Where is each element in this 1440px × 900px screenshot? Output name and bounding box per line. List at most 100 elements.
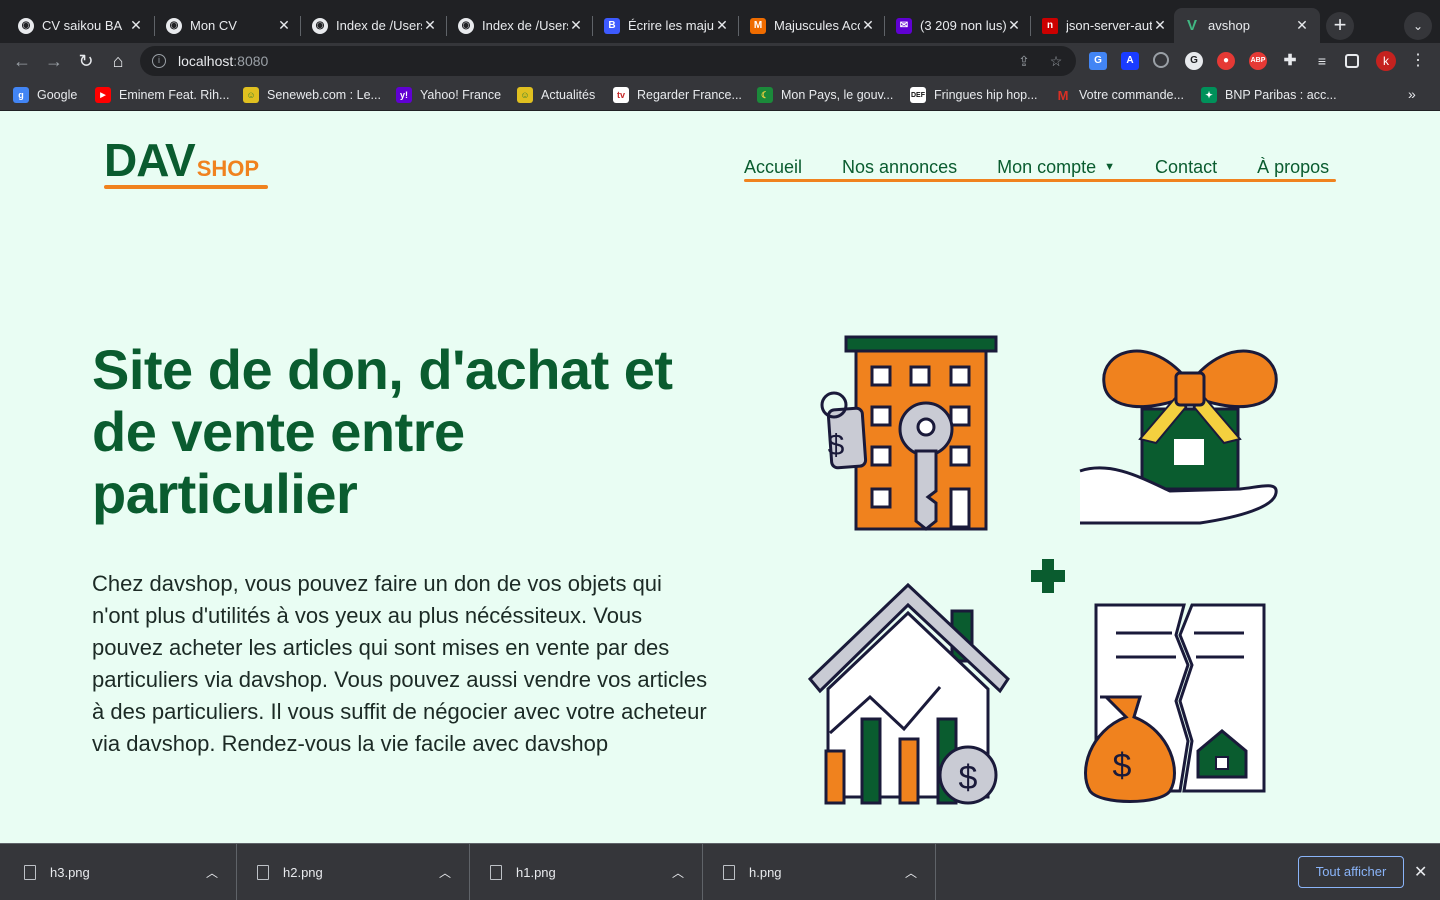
- side-panel-icon[interactable]: [1345, 54, 1359, 68]
- bookmark-star-icon[interactable]: ☆: [1048, 53, 1064, 69]
- hero-illustration: $ $ $: [807, 335, 1278, 805]
- info-icon[interactable]: i: [152, 54, 166, 68]
- chevron-up-icon[interactable]: ︿: [905, 864, 917, 881]
- tab-title: json-server-auth: [1066, 18, 1152, 33]
- bookmarks-overflow-icon[interactable]: »: [1408, 86, 1416, 102]
- bookmark-label: Seneweb.com : Le...: [267, 88, 381, 102]
- svg-text:$: $: [959, 759, 978, 797]
- caret-down-icon: ▼: [1104, 161, 1116, 173]
- chevron-up-icon[interactable]: ︿: [672, 864, 684, 881]
- bookmark-label: Actualités: [541, 88, 596, 102]
- address-bar[interactable]: i localhost:8080 ⇪ ☆: [140, 46, 1076, 76]
- page-viewport: DAV SHOP Accueil Nos annonces Mon compte…: [0, 111, 1440, 843]
- bookmark-label: Fringues hip hop...: [934, 88, 1038, 102]
- reload-button[interactable]: ↻: [74, 50, 98, 74]
- bookmark-eminem[interactable]: ▶ Eminem Feat. Rih...: [95, 86, 229, 104]
- globe-icon: ◉: [458, 17, 474, 34]
- tab-title: Majuscules Accentuées: [774, 18, 860, 33]
- bookmark-seneweb[interactable]: ☺ Seneweb.com : Le...: [243, 86, 381, 104]
- close-icon[interactable]: ✕: [568, 17, 584, 34]
- download-filename: h3.png: [50, 865, 90, 880]
- tab-title: CV saikou BA: [42, 18, 123, 33]
- download-item[interactable]: h1.png ︿: [470, 844, 703, 900]
- building-key-icon: $: [820, 335, 998, 531]
- grammarly-icon[interactable]: G: [1185, 52, 1203, 70]
- hero-description: Chez davshop, vous pouvez faire un don d…: [92, 571, 708, 756]
- bookmark-regarder-france[interactable]: tv Regarder France...: [613, 86, 742, 104]
- tab-title: Index de /Users/: [482, 18, 568, 33]
- profile-avatar[interactable]: k: [1376, 51, 1396, 71]
- share-icon[interactable]: ⇪: [1016, 53, 1032, 69]
- bookmark-bnp[interactable]: ✦ BNP Paribas : acc...: [1201, 86, 1337, 104]
- svg-text:$: $: [828, 429, 845, 462]
- tv-icon: tv: [613, 87, 629, 103]
- pin-extension-icon[interactable]: ●: [1217, 52, 1235, 70]
- site-icon: B: [604, 17, 620, 34]
- house-chart-icon: $: [807, 582, 1010, 805]
- bookmark-mon-pays[interactable]: ☾ Mon Pays, le gouv...: [757, 86, 893, 104]
- yahoo-icon: y!: [396, 87, 412, 103]
- new-tab-button[interactable]: +: [1326, 12, 1354, 40]
- close-icon[interactable]: ✕: [1006, 17, 1022, 34]
- globe-icon: ◉: [18, 17, 34, 34]
- close-icon[interactable]: ✕: [1294, 17, 1310, 34]
- bookmark-google[interactable]: g Google: [13, 86, 77, 104]
- nav-label: Mon compte: [997, 156, 1097, 177]
- tab-mon-cv[interactable]: ◉ Mon CV ✕: [156, 8, 302, 43]
- tab-ecrire-majuscules[interactable]: B Écrire les majuscules ✕: [594, 8, 740, 43]
- bnp-icon: ✦: [1201, 87, 1217, 103]
- show-all-button[interactable]: Tout afficher: [1298, 856, 1404, 888]
- def-icon: DEF: [910, 87, 926, 103]
- tab-separator: [738, 16, 739, 36]
- tab-cv-saikou[interactable]: ◉ CV saikou BA ✕: [8, 8, 154, 43]
- close-icon[interactable]: ✕: [128, 17, 144, 34]
- file-icon: [723, 865, 735, 880]
- tab-avshop[interactable]: V avshop ✕: [1174, 8, 1320, 43]
- google-translate-icon[interactable]: G: [1089, 52, 1107, 70]
- bookmark-actualites[interactable]: ☺ Actualités: [517, 86, 595, 104]
- menu-kebab-icon[interactable]: ⋮: [1410, 51, 1426, 71]
- media-queue-icon[interactable]: ≡: [1313, 52, 1331, 70]
- tab-search-button[interactable]: ⌄: [1404, 12, 1432, 40]
- tab-majuscules-accentuees[interactable]: M Majuscules Accentuées ✕: [740, 8, 886, 43]
- download-item[interactable]: h2.png ︿: [237, 844, 470, 900]
- chevron-up-icon[interactable]: ︿: [439, 864, 451, 881]
- bookmark-fringues[interactable]: DEF Fringues hip hop...: [910, 86, 1038, 104]
- tab-separator: [1030, 16, 1031, 36]
- forward-button[interactable]: →: [42, 50, 66, 74]
- close-icon[interactable]: ✕: [276, 17, 292, 34]
- download-item[interactable]: h.png ︿: [703, 844, 936, 900]
- tab-separator: [300, 16, 301, 36]
- site-logo[interactable]: DAV SHOP: [104, 137, 259, 183]
- adblock-icon[interactable]: ABP: [1249, 52, 1267, 70]
- bookmark-label: Regarder France...: [637, 88, 742, 102]
- download-filename: h1.png: [516, 865, 556, 880]
- tab-separator: [446, 16, 447, 36]
- bookmark-votre-commande[interactable]: M Votre commande...: [1055, 86, 1184, 104]
- download-item[interactable]: h3.png ︿: [4, 844, 237, 900]
- close-icon[interactable]: ✕: [422, 17, 438, 34]
- back-button[interactable]: ←: [10, 50, 34, 74]
- tab-index-users-2[interactable]: ◉ Index de /Users/ ✕: [448, 8, 594, 43]
- npm-icon: n: [1042, 17, 1058, 34]
- close-icon[interactable]: ✕: [1414, 862, 1427, 882]
- bookmark-label: Yahoo! France: [420, 88, 502, 102]
- bookmark-yahoo[interactable]: y! Yahoo! France: [396, 86, 501, 104]
- extensions-puzzle-icon[interactable]: ✚: [1281, 52, 1299, 70]
- tab-json-server-auth[interactable]: n json-server-auth ✕: [1032, 8, 1178, 43]
- chevron-up-icon[interactable]: ︿: [206, 864, 218, 881]
- bookmark-label: Votre commande...: [1079, 88, 1184, 102]
- close-icon[interactable]: ✕: [860, 17, 876, 34]
- home-button[interactable]: ⌂: [106, 50, 130, 74]
- tab-index-users-1[interactable]: ◉ Index de /Users/ ✕: [302, 8, 448, 43]
- bookmark-label: Mon Pays, le gouv...: [781, 88, 894, 102]
- loading-extension-icon[interactable]: [1153, 52, 1169, 68]
- font-extension-icon[interactable]: A: [1121, 52, 1139, 70]
- globe-icon: ◉: [166, 17, 182, 34]
- download-filename: h.png: [749, 865, 782, 880]
- close-icon[interactable]: ✕: [1152, 17, 1168, 34]
- close-icon[interactable]: ✕: [714, 17, 730, 34]
- google-icon: g: [13, 87, 29, 103]
- tab-yahoo-mail[interactable]: ✉ (3 209 non lus) ✕: [886, 8, 1032, 43]
- logo-underline: [104, 185, 268, 189]
